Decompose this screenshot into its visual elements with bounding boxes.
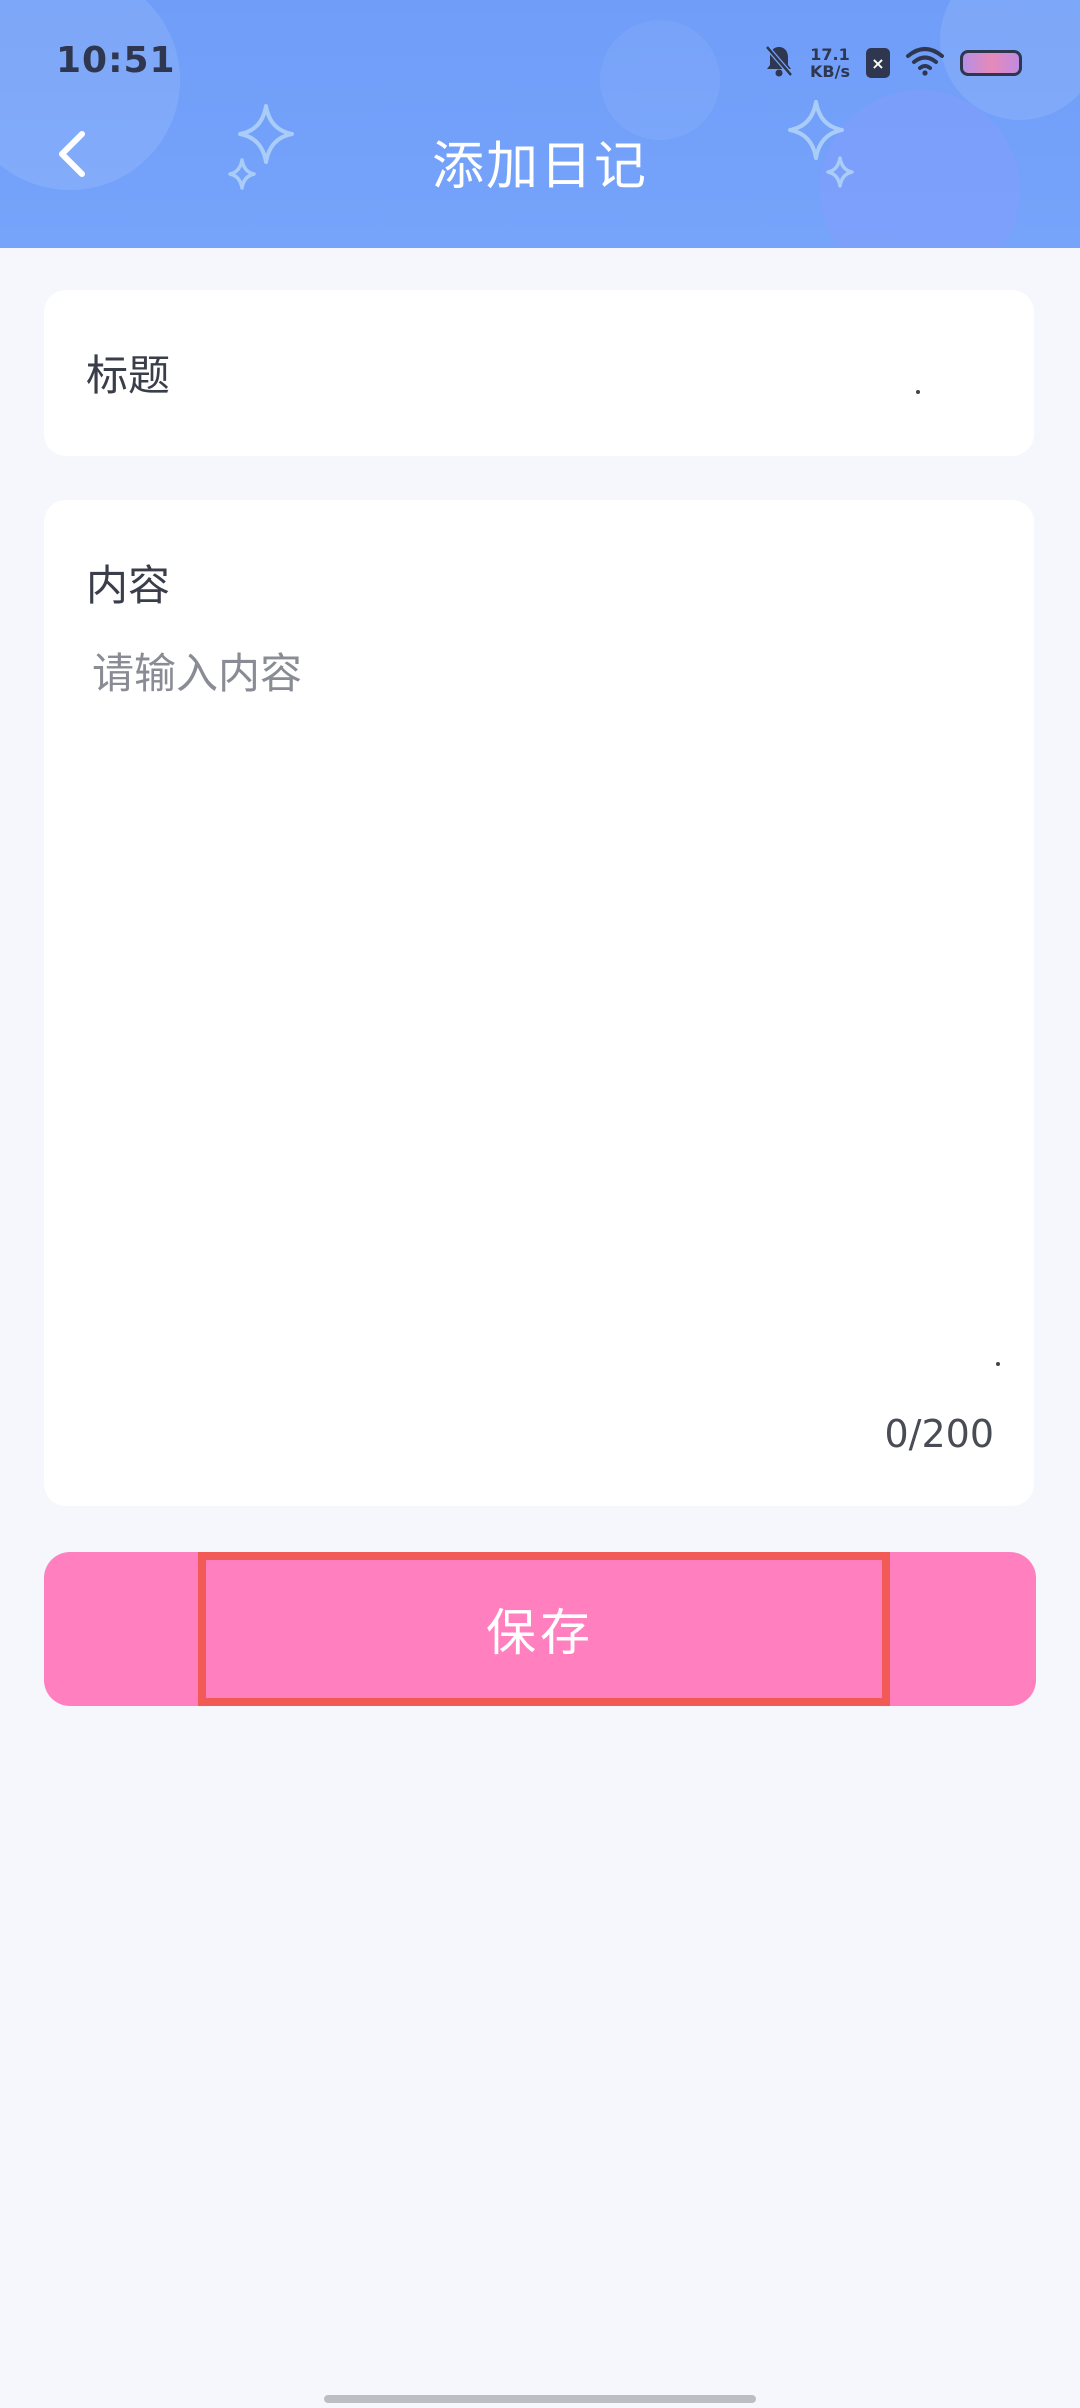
network-speed-unit: KB/s — [810, 62, 850, 81]
save-button[interactable]: 保存 — [44, 1552, 1036, 1706]
home-indicator[interactable] — [324, 2395, 756, 2403]
network-speed: 17.1 KB/s — [810, 46, 850, 80]
status-time: 10:51 — [56, 40, 176, 81]
battery-icon — [960, 50, 1022, 76]
header-decor-bubble — [600, 20, 720, 140]
page-title: 添加日记 — [431, 137, 648, 197]
content-textarea[interactable] — [92, 640, 992, 1340]
text-cursor-mark — [996, 1362, 1000, 1366]
title-field-card: 标题 — [44, 290, 1034, 456]
status-icons: 17.1 KB/s × — [764, 40, 1022, 86]
wifi-icon — [906, 46, 944, 80]
title-label: 标题 — [86, 351, 171, 400]
sim-status-icon: × — [866, 48, 890, 78]
content-label: 内容 — [86, 561, 171, 610]
title-input[interactable] — [244, 330, 968, 412]
network-speed-value: 17.1 — [810, 45, 850, 64]
mute-bell-icon — [764, 44, 794, 82]
app-header: 10:51 17.1 KB/s × 添加日记 — [0, 0, 1080, 248]
text-cursor-mark — [916, 390, 920, 394]
character-counter: 0/200 — [884, 1412, 994, 1456]
content-field-card: 内容 0/200 — [44, 500, 1034, 1506]
